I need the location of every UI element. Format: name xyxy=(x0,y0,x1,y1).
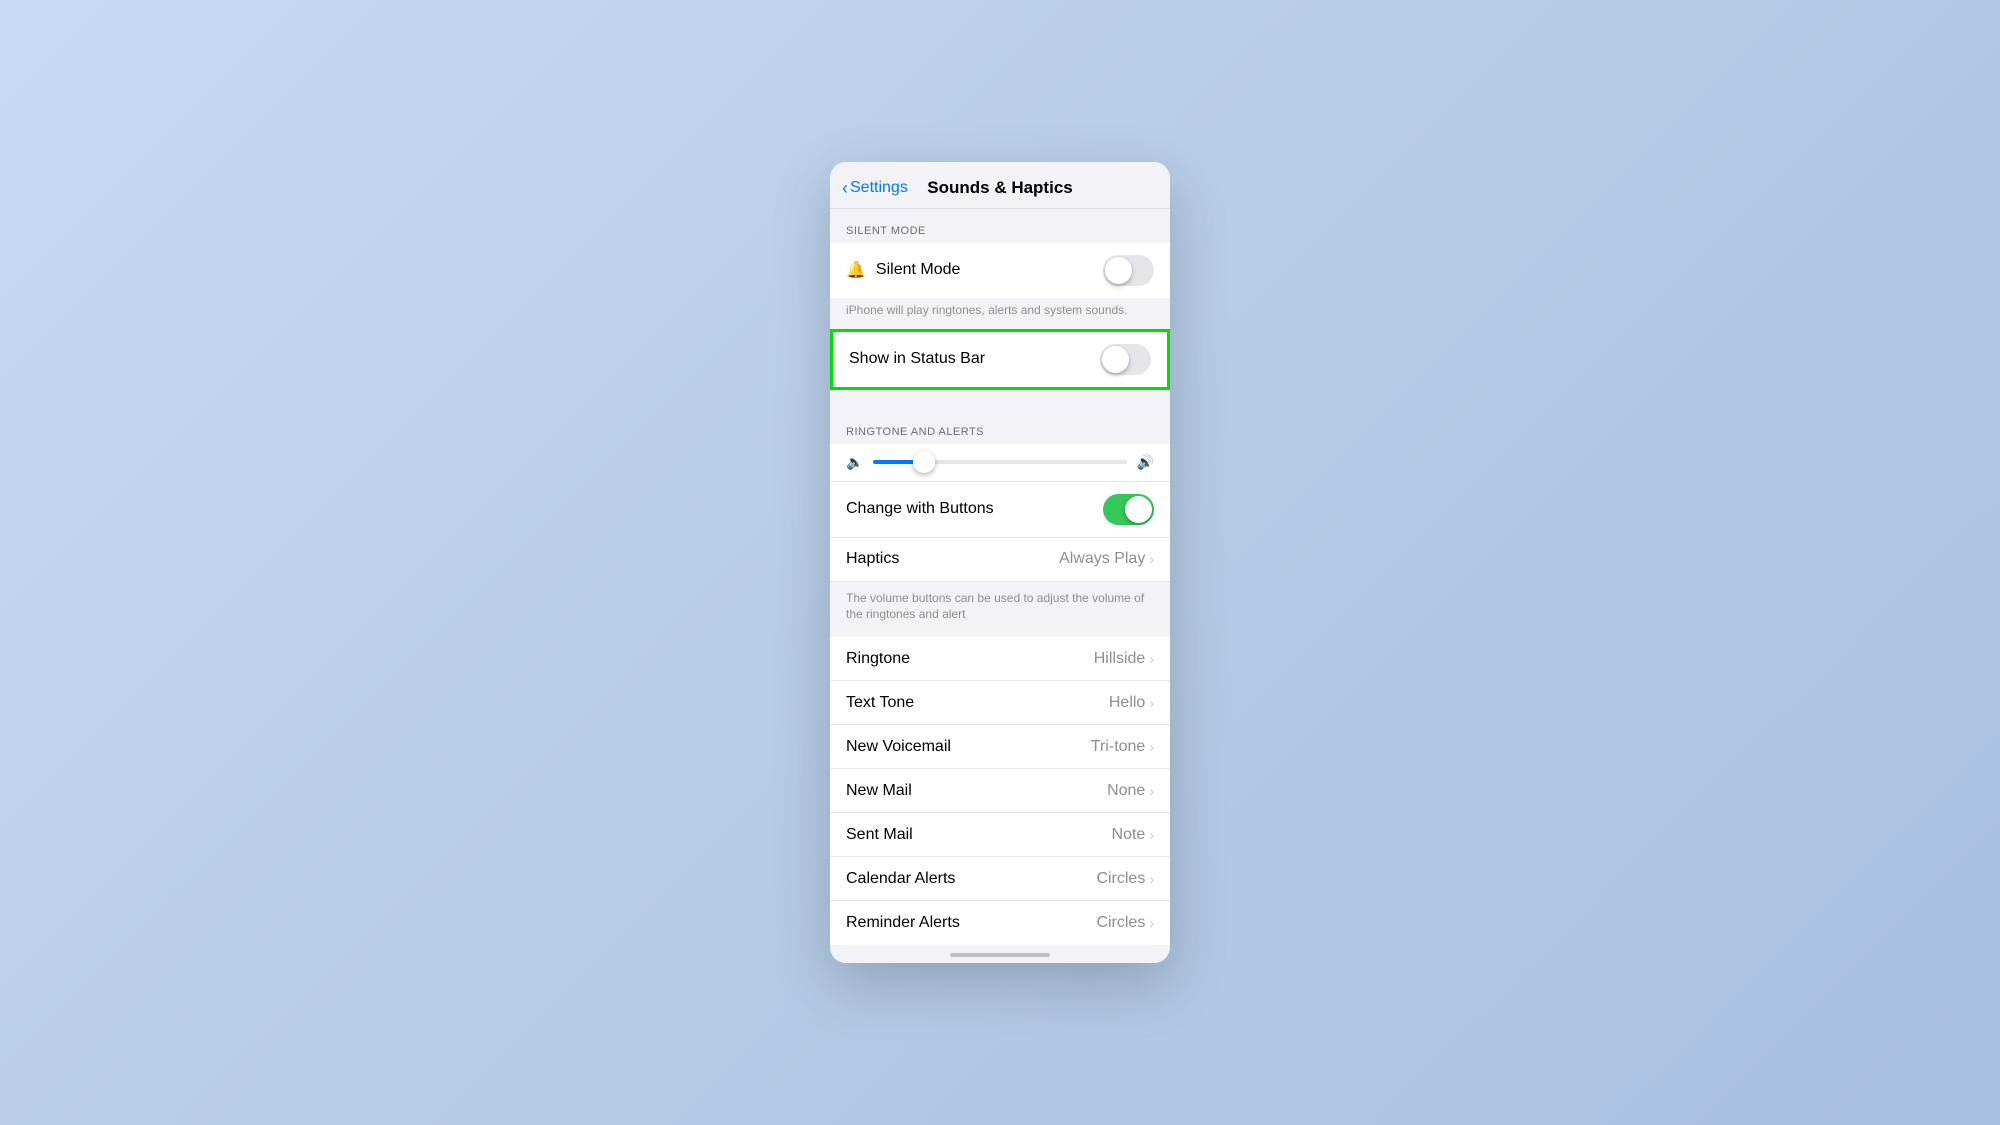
silent-mode-toggle[interactable] xyxy=(1103,255,1154,286)
show-status-bar-toggle-knob xyxy=(1102,346,1129,373)
back-chevron-icon: ‹ xyxy=(842,179,848,197)
sound-list-item[interactable]: New Mail None› xyxy=(830,769,1170,813)
sound-item-value: Circles xyxy=(1096,914,1145,932)
sound-list-item[interactable]: Sent Mail Note› xyxy=(830,813,1170,857)
sound-item-label: Sent Mail xyxy=(846,826,913,844)
show-status-bar-toggle[interactable] xyxy=(1100,344,1151,375)
home-bar xyxy=(950,953,1050,957)
volume-slider-track[interactable] xyxy=(873,460,1126,464)
sound-item-value-container: Tri-tone› xyxy=(1091,738,1154,756)
sound-list-item[interactable]: Text Tone Hello› xyxy=(830,681,1170,725)
sound-item-label: Calendar Alerts xyxy=(846,870,955,888)
sound-list-item[interactable]: New Voicemail Tri-tone› xyxy=(830,725,1170,769)
sound-item-chevron-icon: › xyxy=(1149,783,1154,799)
sound-item-value: Tri-tone xyxy=(1091,738,1146,756)
sound-item-value-container: None› xyxy=(1107,782,1154,800)
sound-item-value: None xyxy=(1107,782,1145,800)
haptics-row[interactable]: Haptics Always Play › xyxy=(830,538,1170,582)
sound-item-label: Ringtone xyxy=(846,650,910,668)
ringtone-alerts-label: RINGTONE AND ALERTS xyxy=(830,410,1170,444)
sound-item-value-container: Circles› xyxy=(1096,914,1154,932)
silent-mode-row: 🔔 Silent Mode xyxy=(830,243,1170,298)
silent-mode-label: Silent Mode xyxy=(876,261,961,279)
ringtone-alerts-section: RINGTONE AND ALERTS 🔈 🔊 Change with Butt… xyxy=(830,410,1170,638)
haptics-value-container: Always Play › xyxy=(1059,550,1154,568)
sound-item-value-container: Note› xyxy=(1112,826,1154,844)
sound-item-chevron-icon: › xyxy=(1149,651,1154,667)
show-status-bar-label: Show in Status Bar xyxy=(849,350,985,368)
bell-icon: 🔔 xyxy=(846,260,866,280)
sound-item-value-container: Circles› xyxy=(1096,870,1154,888)
change-with-buttons-label: Change with Buttons xyxy=(846,500,994,518)
sound-list: RingtoneHillside›Text ToneHello›New Voic… xyxy=(830,637,1170,945)
sound-item-label: New Mail xyxy=(846,782,912,800)
sound-item-label: New Voicemail xyxy=(846,738,951,756)
sound-item-label: Reminder Alerts xyxy=(846,914,960,932)
haptics-value: Always Play xyxy=(1059,550,1145,568)
ringtone-footnote: The volume buttons can be used to adjust… xyxy=(830,582,1170,638)
sound-item-value: Circles xyxy=(1096,870,1145,888)
sound-item-value: Hillside xyxy=(1094,650,1146,668)
sound-item-chevron-icon: › xyxy=(1149,695,1154,711)
volume-high-icon: 🔊 xyxy=(1137,454,1154,471)
sound-list-section: RingtoneHillside›Text ToneHello›New Voic… xyxy=(830,637,1170,945)
change-with-buttons-row: Change with Buttons xyxy=(830,482,1170,538)
sound-item-value-container: Hello› xyxy=(1109,694,1154,712)
scroll-content: SILENT MODE 🔔 Silent Mode iPhone will pl… xyxy=(830,209,1170,945)
header: ‹ Settings Sounds & Haptics xyxy=(830,162,1170,209)
sound-list-item[interactable]: Reminder Alerts Circles› xyxy=(830,901,1170,945)
show-status-bar-row[interactable]: Show in Status Bar xyxy=(830,329,1170,390)
sound-item-value: Note xyxy=(1112,826,1146,844)
sound-item-value-container: Hillside› xyxy=(1094,650,1154,668)
sound-item-chevron-icon: › xyxy=(1149,827,1154,843)
silent-mode-left: 🔔 Silent Mode xyxy=(846,260,960,280)
back-button[interactable]: ‹ Settings xyxy=(842,179,908,197)
slider-thumb[interactable] xyxy=(913,451,935,473)
home-indicator xyxy=(830,945,1170,963)
silent-mode-section-label: SILENT MODE xyxy=(830,209,1170,243)
page-title: Sounds & Haptics xyxy=(927,178,1072,198)
sound-item-chevron-icon: › xyxy=(1149,871,1154,887)
change-with-buttons-knob xyxy=(1125,496,1152,523)
sound-list-item[interactable]: Calendar Alerts Circles› xyxy=(830,857,1170,901)
sound-item-label: Text Tone xyxy=(846,694,914,712)
haptics-chevron-icon: › xyxy=(1149,551,1154,567)
sound-item-chevron-icon: › xyxy=(1149,739,1154,755)
sound-list-item[interactable]: Ringtone Hillside› xyxy=(830,637,1170,681)
haptics-label: Haptics xyxy=(846,550,899,568)
toggle-knob xyxy=(1105,257,1132,284)
volume-slider-row[interactable]: 🔈 🔊 xyxy=(830,444,1170,482)
change-with-buttons-toggle[interactable] xyxy=(1103,494,1154,525)
volume-low-icon: 🔈 xyxy=(846,454,863,471)
sound-item-chevron-icon: › xyxy=(1149,915,1154,931)
silent-mode-description: iPhone will play ringtones, alerts and s… xyxy=(830,298,1170,329)
back-label[interactable]: Settings xyxy=(850,179,908,197)
silent-mode-section: SILENT MODE 🔔 Silent Mode xyxy=(830,209,1170,298)
settings-panel: ‹ Settings Sounds & Haptics SILENT MODE … xyxy=(830,162,1170,963)
sound-item-value: Hello xyxy=(1109,694,1145,712)
